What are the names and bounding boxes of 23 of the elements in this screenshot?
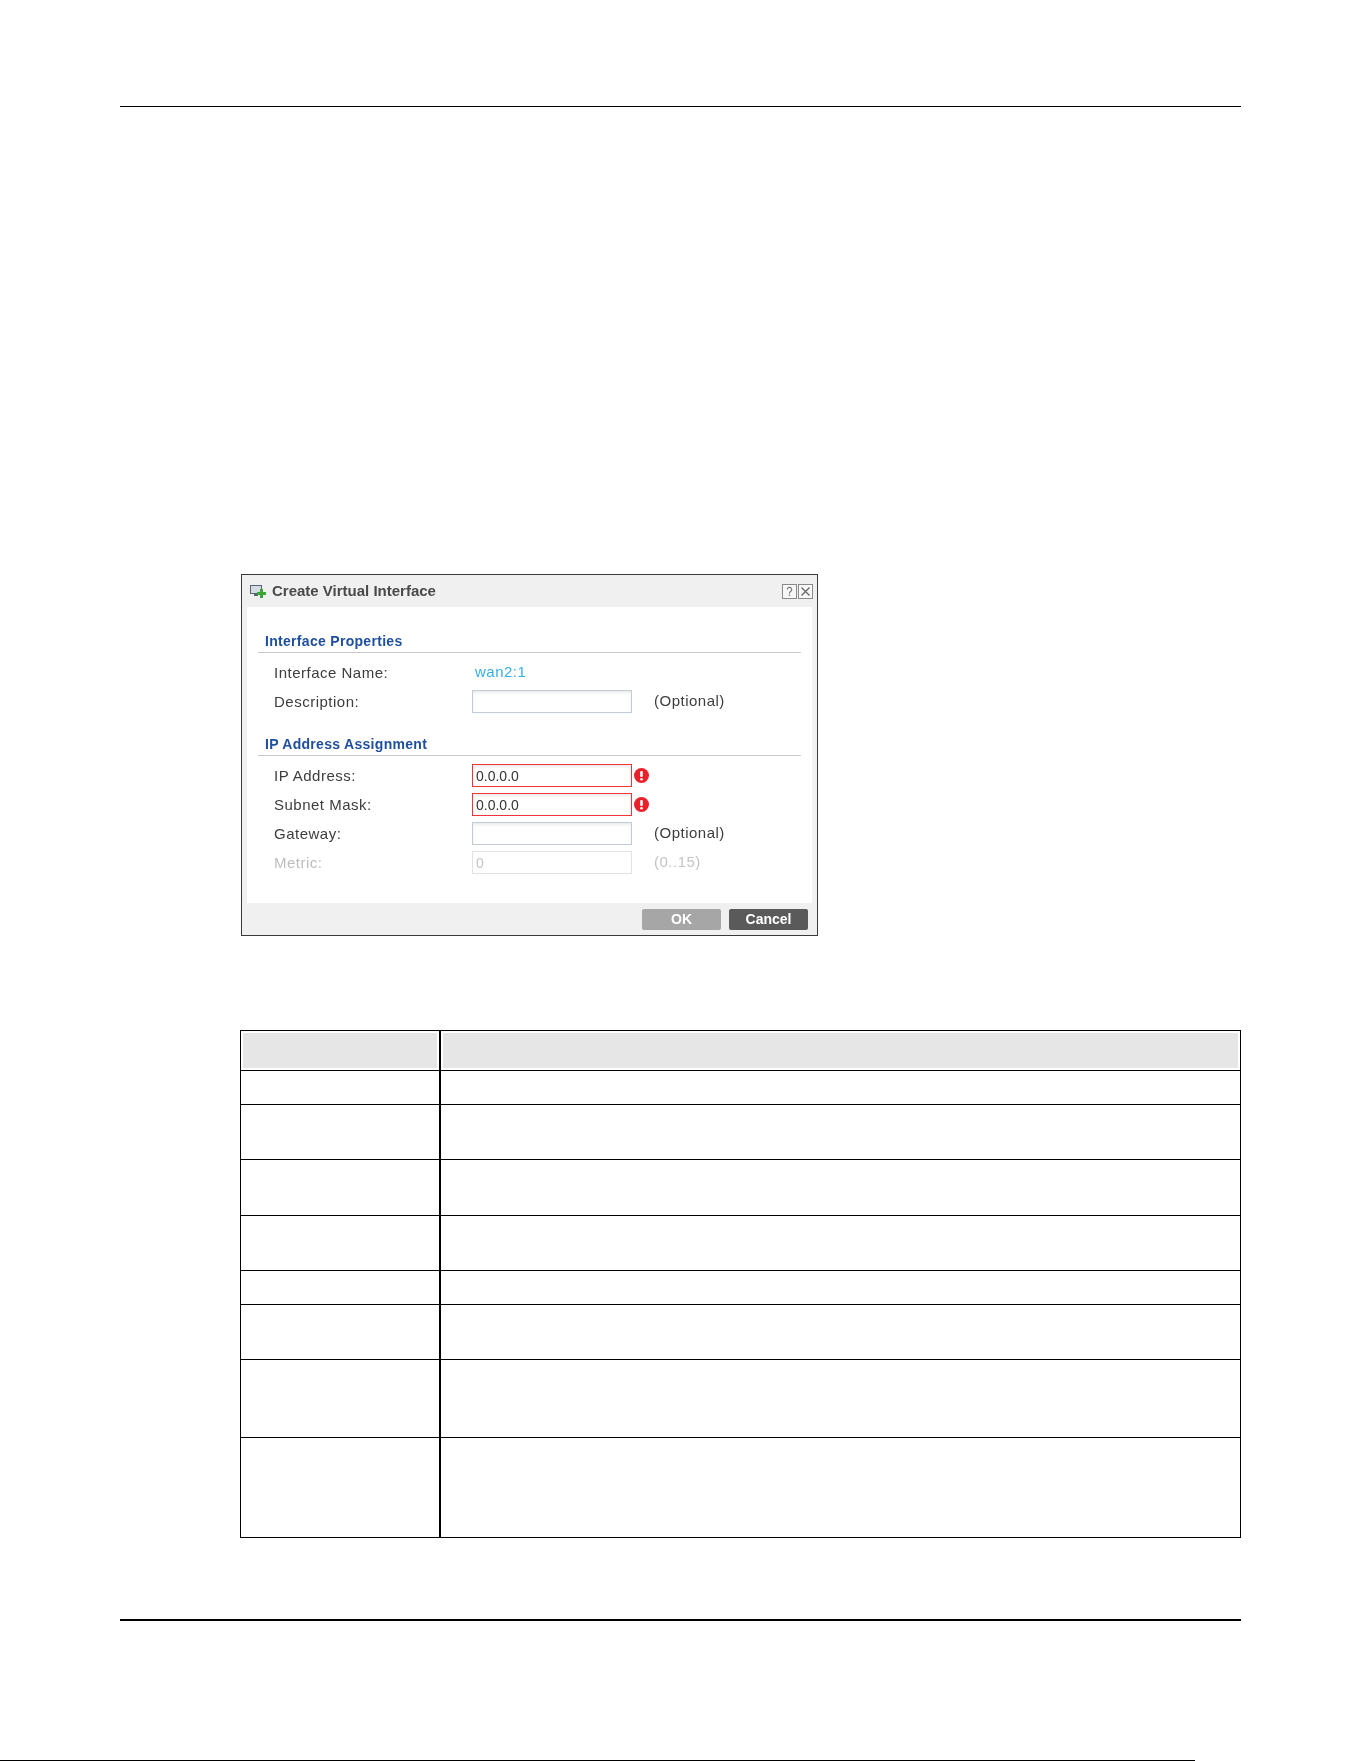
field-value: wan2:1: [474, 662, 527, 683]
dialog-title: Create Virtual Interface: [272, 580, 436, 601]
section-heading: IP Address Assignment: [265, 736, 428, 752]
field-hint: (0..15): [654, 852, 701, 873]
field-label: Gateway:: [274, 824, 342, 842]
close-icon[interactable]: [798, 583, 813, 599]
field-label: Subnet Mask:: [274, 795, 372, 813]
input-field[interactable]: [472, 690, 632, 713]
field-label: Description:: [274, 692, 360, 710]
help-icon[interactable]: [782, 583, 797, 599]
monitor-plus-icon: [250, 584, 266, 598]
input-field[interactable]: 0.0.0.0: [472, 764, 632, 787]
field-label: Interface Name:: [274, 663, 389, 681]
input-field[interactable]: [472, 822, 632, 845]
error-icon: [634, 797, 649, 812]
section-heading: Interface Properties: [265, 633, 403, 649]
field-hint: (Optional): [654, 691, 725, 712]
dialog-button[interactable]: Cancel: [729, 908, 808, 930]
error-icon: [634, 768, 649, 783]
input-field[interactable]: 0.0.0.0: [472, 793, 632, 816]
field-label: IP Address:: [274, 766, 356, 784]
field-label: Metric:: [274, 853, 323, 871]
field-hint: (Optional): [654, 823, 725, 844]
